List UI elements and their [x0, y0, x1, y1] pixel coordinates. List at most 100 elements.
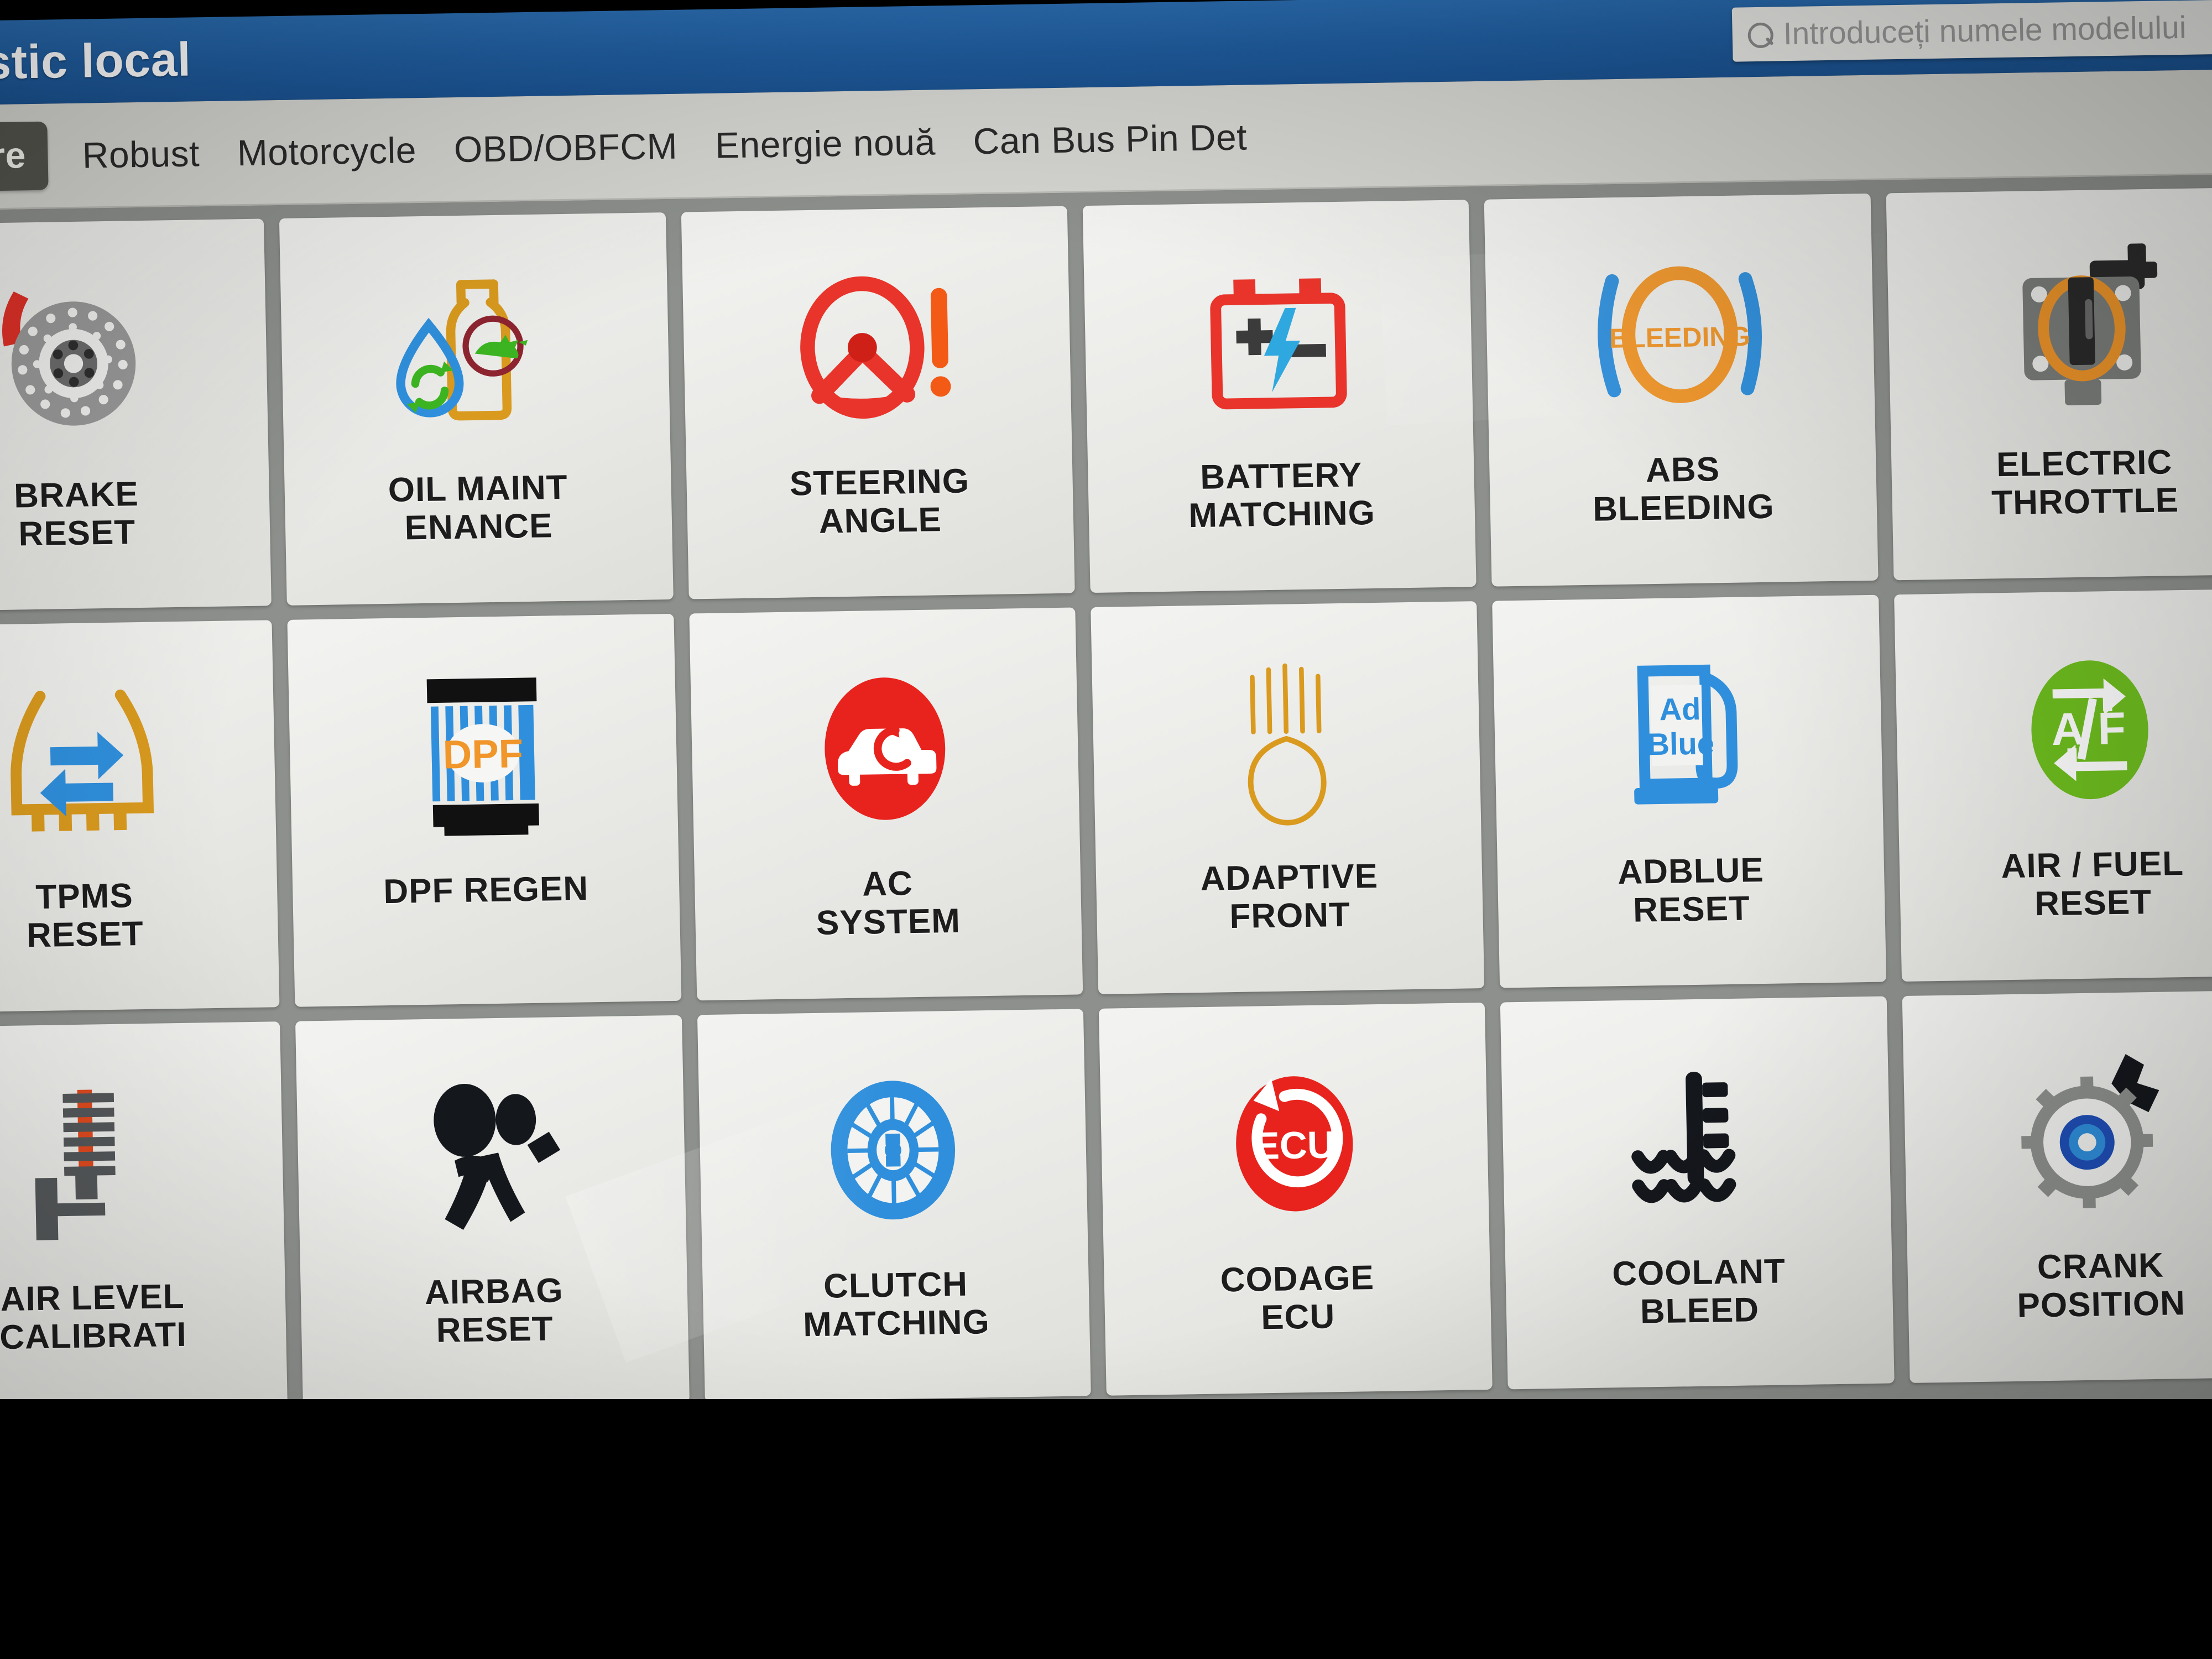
tab-robust[interactable]: Robust	[63, 132, 219, 176]
tile-label-line2: THROTTLE	[1991, 481, 2179, 523]
tile-label-line1: CODAGE	[1220, 1259, 1375, 1300]
tile-label-line1: AC	[862, 864, 914, 904]
adblue-pump-icon: Ad Blue	[1493, 617, 1884, 855]
air-fuel-icon: A F	[1895, 611, 2212, 849]
tile-ac-system[interactable]: AC SYSTEM	[688, 607, 1083, 1001]
tile-label-line2: CALIBRATI	[0, 1316, 187, 1357]
tile-label-line1: BATTERY	[1199, 456, 1363, 497]
svg-text:Ad: Ad	[1659, 691, 1701, 727]
tile-label: COOLANT BLEED	[1606, 1252, 1792, 1332]
tile-label-line1: ELECTRIC	[1996, 443, 2173, 484]
tile-air-level-calibration[interactable]: AIR LEVEL CALIBRATI	[0, 1021, 288, 1415]
tile-steering-angle[interactable]: STEERING ANGLE	[681, 206, 1075, 599]
svg-text:Blue: Blue	[1647, 726, 1715, 761]
tile-label-line1: BRAKE	[13, 475, 139, 515]
tile-label-line1: CLUTCH	[823, 1265, 968, 1306]
airbag-icon	[296, 1037, 687, 1276]
throttle-body-icon	[1886, 209, 2212, 447]
svg-text:ECU: ECU	[1254, 1123, 1335, 1167]
tile-codage-ecu[interactable]: ECU CODAGE ECU	[1098, 1002, 1493, 1396]
svg-text:DPF: DPF	[442, 731, 524, 777]
tile-label: BRAKE RESET	[8, 475, 145, 554]
tile-label-line1: AIRBAG	[424, 1271, 564, 1312]
tile-air-fuel-reset[interactable]: A F AIR / FUEL RESET	[1893, 588, 2212, 982]
tile-coolant-bleed[interactable]: COOLANT BLEED	[1500, 996, 1895, 1390]
tile-airbag-reset[interactable]: AIRBAG RESET	[295, 1015, 690, 1408]
tab-energie-noua[interactable]: Energie nouă	[696, 120, 954, 166]
device-screen: 100 % 04:24 gnostic local Introduceți nu…	[0, 0, 2212, 1482]
air-suspension-icon	[0, 1044, 285, 1282]
tab-can-bus-pin-det[interactable]: Can Bus Pin Det	[954, 115, 1266, 162]
tile-label-line2: FRONT	[1229, 896, 1351, 936]
tile-label: DPF REGEN	[378, 869, 594, 911]
tablet-photo: 100 % 04:24 gnostic local Introduceți nu…	[0, 0, 2212, 1659]
tile-label-line2: POSITION	[2016, 1284, 2186, 1326]
tile-label-line1: TPMS	[35, 877, 134, 917]
tile-tpms-reset[interactable]: TPMS RESET	[0, 620, 280, 1014]
tile-label: CLUTCH MATCHING	[796, 1265, 995, 1344]
tile-adaptive-front[interactable]: ADAPTIVE FRONT	[1091, 601, 1485, 994]
steering-wheel-icon	[681, 228, 1072, 467]
service-function-grid-wrap: BRAKE RESET OIL MAINT ENANCE STEERING AN…	[0, 174, 2212, 1477]
search-input[interactable]: Introduceți numele modelului	[1783, 9, 2187, 52]
coolant-temp-icon	[1501, 1019, 1892, 1257]
tile-brake-reset[interactable]: BRAKE RESET	[0, 218, 272, 612]
tile-label-line2: MATCHING	[1188, 494, 1376, 535]
tile-label-line2: RESET	[1632, 889, 1751, 930]
page-title: gnostic local	[0, 33, 192, 91]
ac-car-icon	[690, 629, 1081, 868]
tpms-tire-icon	[0, 642, 277, 880]
tile-battery-matching[interactable]: BATTERY MATCHING	[1082, 200, 1477, 593]
clutch-disc-icon	[697, 1031, 1088, 1269]
abs-bleeding-icon: BLEEDING	[1485, 216, 1876, 454]
tile-label: BATTERY MATCHING	[1182, 456, 1381, 535]
tile-label-line2: ANGLE	[818, 500, 942, 541]
tile-label: ADBLUE RESET	[1612, 851, 1771, 930]
tile-label: ADAPTIVE FRONT	[1194, 857, 1385, 937]
search-box[interactable]: Introduceți numele modelului	[1731, 0, 2212, 62]
tile-label: ELECTRIC THROTTLE	[1985, 443, 2184, 523]
tile-label-line1: AIR LEVEL	[0, 1277, 185, 1319]
tile-crank-position[interactable]: CRANK POSITION	[1902, 990, 2212, 1383]
tile-label-line2: RESET	[18, 513, 136, 554]
tile-label-line2: RESET	[436, 1310, 554, 1350]
tile-label: AIRBAG RESET	[419, 1271, 570, 1350]
car-battery-icon	[1083, 222, 1474, 460]
tile-abs-bleeding[interactable]: BLEEDING ABS BLEEDING	[1484, 193, 1879, 587]
tile-label: OIL MAINT ENANCE	[382, 468, 574, 548]
tile-label-line2: RESET	[26, 915, 144, 955]
tile-label: CRANK POSITION	[2011, 1246, 2192, 1326]
tab-resetare[interactable]: etare	[0, 121, 49, 192]
device-bottom-bezel	[0, 1399, 2212, 1659]
tile-label: ABS BLEEDING	[1586, 449, 1780, 529]
tab-obd-obfcm[interactable]: OBD/OBFCM	[435, 124, 697, 170]
tile-label: CODAGE ECU	[1214, 1259, 1381, 1338]
tab-motorcycle[interactable]: Motorcycle	[218, 128, 436, 174]
tile-label-line2: ECU	[1260, 1297, 1335, 1337]
tile-label-line1: CRANK	[2037, 1246, 2164, 1287]
tile-label-line2: BLEEDING	[1592, 488, 1775, 529]
tile-label-line1: ADAPTIVE	[1199, 857, 1379, 898]
search-icon	[1746, 22, 1772, 48]
tile-label-line2: BLEED	[1640, 1291, 1760, 1332]
tile-label-line1: ADBLUE	[1617, 851, 1765, 892]
tile-clutch-matching[interactable]: CLUTCH MATCHING	[697, 1009, 1091, 1402]
oil-bottle-icon	[280, 234, 671, 473]
tile-label-line2: RESET	[2034, 883, 2152, 924]
tile-label-line2: ENANCE	[404, 507, 554, 547]
crank-sensor-icon	[1902, 1012, 2212, 1250]
tile-dpf-regen[interactable]: DPF DPF REGEN	[287, 613, 682, 1007]
tile-label-line1: ABS	[1645, 450, 1720, 490]
tile-oil-maintenance[interactable]: OIL MAINT ENANCE	[279, 212, 674, 606]
tile-adblue-reset[interactable]: Ad Blue ADBLUE RESET	[1492, 594, 1886, 988]
ecu-coding-icon: ECU	[1099, 1025, 1490, 1263]
tile-label: TPMS RESET	[20, 877, 149, 955]
svg-text:F: F	[2097, 703, 2126, 754]
tile-electric-throttle[interactable]: ELECTRIC THROTTLE	[1886, 187, 2212, 581]
tile-label: AIR / FUEL RESET	[1995, 844, 2190, 924]
tile-label-line2: MATCHING	[802, 1303, 990, 1344]
tile-label-line1: STEERING	[789, 462, 970, 503]
tile-label-line1: OIL MAINT	[388, 468, 568, 509]
headlamp-icon	[1091, 623, 1482, 862]
tile-label-line1: DPF REGEN	[383, 869, 589, 911]
